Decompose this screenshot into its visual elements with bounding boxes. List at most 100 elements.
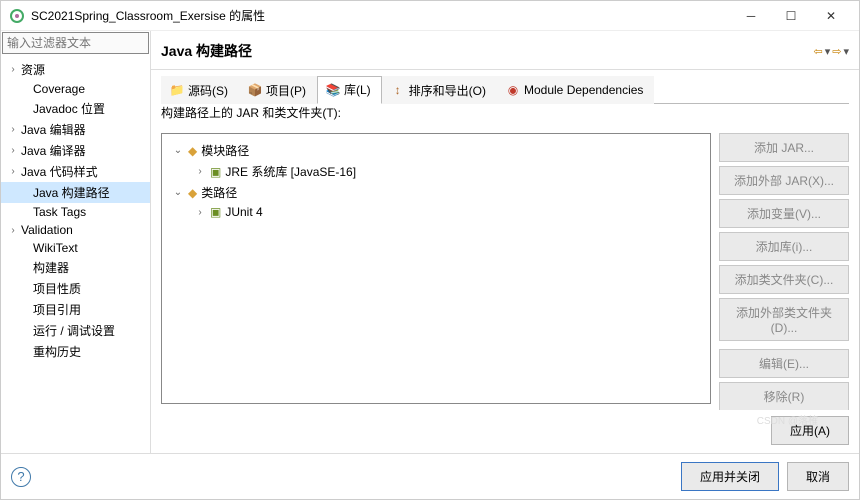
sidebar-item-3[interactable]: ›Java 编辑器: [1, 119, 150, 140]
back-menu-icon[interactable]: ▾: [825, 45, 831, 58]
chevron-right-icon: ›: [194, 166, 206, 177]
add-var-button[interactable]: 添加变量(V)...: [719, 199, 849, 228]
forward-menu-icon[interactable]: ▾: [843, 45, 849, 58]
chevron-down-icon: ⌄: [172, 145, 184, 156]
twisty-icon: ›: [7, 145, 19, 156]
add-ext-class-folder-button[interactable]: 添加外部类文件夹(D)...: [719, 298, 849, 341]
arrows-icon: ↕: [391, 83, 405, 97]
add-lib-button[interactable]: 添加库(i)...: [719, 232, 849, 261]
jar-icon: ▣: [210, 165, 221, 179]
twisty-icon: ›: [7, 64, 19, 75]
apply-button[interactable]: 应用(A): [771, 416, 849, 445]
tab-2[interactable]: 📚 库(L): [317, 76, 382, 104]
tab-bar: 📁 源码(S) 📦 项目(P) 📚 库(L) ↕ 排序和导出(O) ◉ Module Depend…: [161, 76, 849, 104]
sidebar-item-label: Task Tags: [31, 205, 86, 219]
sidebar-item-label: 资源: [19, 61, 45, 78]
tree-node-1[interactable]: ⌄ ◆ 类路径: [166, 182, 706, 203]
sidebar-item-8[interactable]: ›Validation: [1, 221, 150, 239]
page-title: Java 构建路径: [161, 41, 814, 61]
diamond-icon: ◆: [188, 186, 197, 200]
sidebar-item-label: 项目性质: [31, 280, 81, 297]
tree-child-label: JUnit 4: [225, 205, 262, 219]
sidebar-item-0[interactable]: ›资源: [1, 59, 150, 80]
remove-button[interactable]: 移除(R): [719, 382, 849, 410]
sidebar-item-label: 重构历史: [31, 343, 81, 360]
tab-label: 项目(P): [266, 82, 306, 99]
tree-node-0[interactable]: ⌄ ◆ 模块路径: [166, 140, 706, 161]
twisty-icon: ›: [7, 166, 19, 177]
sidebar-item-14[interactable]: 重构历史: [1, 341, 150, 362]
tab-label: 库(L): [344, 81, 371, 98]
window-title: SC2021Spring_Classroom_Exersise 的属性: [31, 7, 731, 24]
lib-icon: 📚: [326, 83, 340, 97]
nav-icons: ⇦ ▾ ⇨ ▾: [814, 45, 850, 58]
side-buttons: 添加 JAR... 添加外部 JAR(X)... 添加变量(V)... 添加库(…: [719, 133, 849, 404]
tree-child-1-0[interactable]: › ▣ JUnit 4: [166, 203, 706, 221]
sidebar-item-2[interactable]: Javadoc 位置: [1, 98, 150, 119]
footer: ? 应用并关闭 取消: [1, 453, 859, 499]
library-tree[interactable]: ⌄ ◆ 模块路径 › ▣ JRE 系统库 [JavaSE-16] ⌄ ◆ 类路径 › ▣ JUnit …: [161, 133, 711, 404]
tab-label: Module Dependencies: [524, 83, 643, 97]
sidebar-item-7[interactable]: Task Tags: [1, 203, 150, 221]
filter-input[interactable]: [2, 32, 149, 54]
tree-child-label: JRE 系统库 [JavaSE-16]: [225, 163, 356, 180]
tab-label: 源码(S): [188, 82, 228, 99]
titlebar: SC2021Spring_Classroom_Exersise 的属性 ─ ☐ …: [1, 1, 859, 31]
minimize-button[interactable]: ─: [731, 2, 771, 30]
chevron-down-icon: ⌄: [172, 187, 184, 198]
diamond-icon: ◆: [188, 144, 197, 158]
sidebar-item-label: Java 构建路径: [31, 184, 110, 201]
sidebar-item-9[interactable]: WikiText: [1, 239, 150, 257]
tab-4[interactable]: ◉ Module Dependencies: [497, 76, 654, 104]
cancel-button[interactable]: 取消: [787, 462, 849, 491]
chevron-right-icon: ›: [194, 207, 206, 218]
forward-icon[interactable]: ⇨: [832, 45, 841, 58]
sidebar-item-label: Coverage: [31, 82, 85, 96]
sidebar-tree: ›资源CoverageJavadoc 位置›Java 编辑器›Java 编译器›…: [1, 55, 150, 453]
sidebar: ›资源CoverageJavadoc 位置›Java 编辑器›Java 编译器›…: [1, 31, 151, 453]
sidebar-item-11[interactable]: 项目性质: [1, 278, 150, 299]
sidebar-item-5[interactable]: ›Java 代码样式: [1, 161, 150, 182]
pkg-icon: 📦: [248, 83, 262, 97]
app-icon: [9, 8, 25, 24]
tab-3[interactable]: ↕ 排序和导出(O): [382, 76, 497, 104]
sidebar-item-label: Java 编辑器: [19, 121, 86, 138]
add-ext-jar-button[interactable]: 添加外部 JAR(X)...: [719, 166, 849, 195]
maximize-button[interactable]: ☐: [771, 2, 811, 30]
sidebar-item-label: WikiText: [31, 241, 78, 255]
filter-container: [2, 32, 149, 54]
jar-icon: ▣: [210, 205, 221, 219]
edit-button[interactable]: 编辑(E)...: [719, 349, 849, 378]
sidebar-item-label: 项目引用: [31, 301, 81, 318]
sidebar-item-label: Java 编译器: [19, 142, 86, 159]
back-icon[interactable]: ⇦: [814, 45, 823, 58]
main-panel: Java 构建路径 ⇦ ▾ ⇨ ▾ 📁 源码(S) 📦 项目(P) 📚 库(L) ↕ 排序和导…: [151, 31, 859, 453]
main-header: Java 构建路径 ⇦ ▾ ⇨ ▾: [151, 31, 859, 70]
tree-node-label: 模块路径: [201, 142, 249, 159]
sidebar-item-10[interactable]: 构建器: [1, 257, 150, 278]
add-jar-button[interactable]: 添加 JAR...: [719, 133, 849, 162]
tree-child-0-0[interactable]: › ▣ JRE 系统库 [JavaSE-16]: [166, 161, 706, 182]
sidebar-item-4[interactable]: ›Java 编译器: [1, 140, 150, 161]
sidebar-item-6[interactable]: Java 构建路径: [1, 182, 150, 203]
sidebar-item-1[interactable]: Coverage: [1, 80, 150, 98]
sidebar-item-label: Validation: [19, 223, 73, 237]
tab-0[interactable]: 📁 源码(S): [161, 76, 239, 104]
mod-icon: ◉: [506, 83, 520, 97]
sidebar-item-13[interactable]: 运行 / 调试设置: [1, 320, 150, 341]
apply-close-button[interactable]: 应用并关闭: [681, 462, 779, 491]
sidebar-item-label: Javadoc 位置: [31, 100, 105, 117]
tab-1[interactable]: 📦 项目(P): [239, 76, 317, 104]
tab-label: 排序和导出(O): [409, 82, 486, 99]
help-icon[interactable]: ?: [11, 467, 31, 487]
content-label: 构建路径上的 JAR 和类文件夹(T):: [151, 104, 859, 125]
close-button[interactable]: ✕: [811, 2, 851, 30]
tree-node-label: 类路径: [201, 184, 237, 201]
twisty-icon: ›: [7, 225, 19, 236]
add-class-folder-button[interactable]: 添加类文件夹(C)...: [719, 265, 849, 294]
sidebar-item-12[interactable]: 项目引用: [1, 299, 150, 320]
twisty-icon: ›: [7, 124, 19, 135]
sidebar-item-label: 构建器: [31, 259, 69, 276]
folder-icon: 📁: [170, 83, 184, 97]
sidebar-item-label: Java 代码样式: [19, 163, 98, 180]
